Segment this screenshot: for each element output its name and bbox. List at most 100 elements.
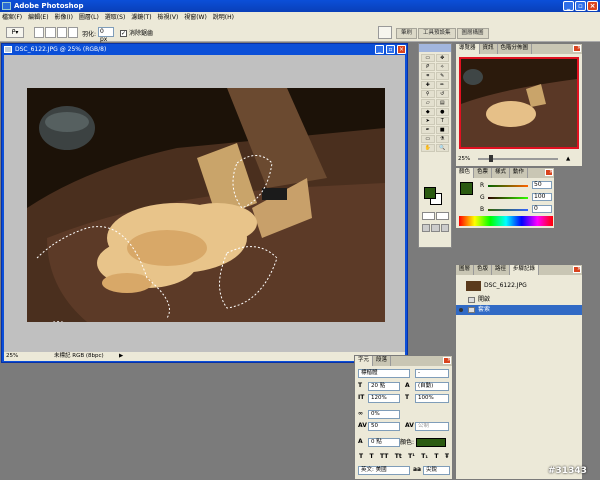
dodge-tool-icon[interactable]: ●: [435, 108, 449, 116]
clone-stamp-icon[interactable]: ⚲: [421, 90, 435, 98]
foreground-color-swatch[interactable]: [424, 187, 436, 199]
screen-mode-2-icon[interactable]: [431, 224, 440, 232]
history-step-lasso[interactable]: 套索: [456, 305, 582, 315]
doc-close-button[interactable]: ×: [397, 45, 406, 54]
file-browser-icon[interactable]: [378, 26, 392, 39]
well-tab-layer-comps[interactable]: 圖層構圖: [456, 28, 489, 39]
tab-histogram[interactable]: 色階分佈圖: [498, 44, 533, 54]
history-brush-icon[interactable]: ↺: [435, 90, 449, 98]
doc-minimize-button[interactable]: _: [375, 45, 384, 54]
healing-brush-icon[interactable]: ✚: [421, 81, 435, 89]
menu-layer[interactable]: 圖層(L): [77, 12, 101, 23]
brush-tool-icon[interactable]: ✏: [435, 81, 449, 89]
faux-bold-icon[interactable]: T: [359, 453, 363, 462]
history-step-open[interactable]: 開啟: [456, 295, 582, 305]
screen-mode-1-icon[interactable]: [422, 224, 431, 232]
tab-info[interactable]: 資訊: [480, 44, 498, 54]
navigator-zoom[interactable]: 25%: [458, 156, 470, 162]
doc-maximize-button[interactable]: ▫: [386, 45, 395, 54]
navigator-close-icon[interactable]: ×: [573, 45, 581, 52]
minimize-button[interactable]: _: [563, 1, 574, 11]
tab-paragraph[interactable]: 段落: [373, 356, 392, 366]
menu-select[interactable]: 選取(S): [103, 12, 128, 23]
history-close-icon[interactable]: ×: [573, 266, 581, 273]
standard-mode-icon[interactable]: [422, 212, 435, 220]
magic-wand-tool-icon[interactable]: ✧: [435, 63, 449, 71]
gradient-tool-icon[interactable]: ▤: [435, 99, 449, 107]
tab-navigator[interactable]: 導覽器: [456, 44, 480, 54]
kerning-select[interactable]: 公制: [415, 422, 449, 431]
character-close-icon[interactable]: ×: [443, 357, 451, 364]
menu-image[interactable]: 影像(I): [52, 12, 74, 23]
tab-paths[interactable]: 路徑: [492, 265, 511, 275]
channel-g-input[interactable]: 100: [532, 193, 552, 201]
canvas-area[interactable]: [4, 55, 405, 352]
color-close-icon[interactable]: ×: [545, 169, 553, 176]
menu-window[interactable]: 視窗(W): [182, 12, 209, 23]
font-family-select[interactable]: 標楷體: [358, 369, 410, 378]
slice-tool-icon[interactable]: ✎: [435, 72, 449, 80]
photo-canvas[interactable]: [27, 88, 385, 322]
channel-r-slider[interactable]: [488, 185, 528, 187]
font-size-input[interactable]: 20 點: [368, 382, 400, 391]
tracking-input[interactable]: 50: [368, 422, 400, 431]
channel-b-input[interactable]: 0: [532, 205, 552, 213]
navigator-thumbnail[interactable]: [459, 57, 579, 149]
shape-tool-icon[interactable]: ■: [435, 126, 449, 134]
antialias-select[interactable]: 尖銳: [423, 466, 450, 475]
lasso-tool-icon[interactable]: ᑭ: [421, 63, 435, 71]
quick-mask-icon[interactable]: [436, 212, 449, 220]
menu-filter[interactable]: 濾鏡(T): [129, 12, 153, 23]
text-color-swatch[interactable]: [416, 438, 446, 447]
marquee-tool-icon[interactable]: ▭: [421, 54, 435, 62]
color-spectrum[interactable]: [459, 216, 553, 226]
pen-tool-icon[interactable]: ✒: [421, 126, 435, 134]
screen-mode-3-icon[interactable]: [440, 224, 449, 232]
tab-styles[interactable]: 樣式: [492, 168, 511, 178]
leading-input[interactable]: (自動): [415, 382, 449, 391]
well-tab-brushes[interactable]: 筆刷: [396, 28, 418, 39]
horizontal-scale-input[interactable]: 100%: [415, 394, 449, 403]
subtract-selection-icon[interactable]: [56, 27, 67, 38]
all-caps-icon[interactable]: TT: [380, 453, 388, 462]
hand-tool-icon[interactable]: ✋: [421, 144, 435, 152]
menu-view[interactable]: 檢視(V): [156, 12, 181, 23]
eyedropper-tool-icon[interactable]: ⚗: [435, 135, 449, 143]
tab-actions[interactable]: 動作: [510, 168, 529, 178]
menu-help[interactable]: 說明(H): [211, 12, 236, 23]
tab-color[interactable]: 顏色: [456, 168, 475, 178]
zoom-level[interactable]: 25%: [6, 352, 18, 361]
maximize-button[interactable]: ▫: [575, 1, 586, 11]
status-arrow-icon[interactable]: ▶: [119, 352, 123, 361]
faux-italic-icon[interactable]: T: [370, 453, 374, 462]
small-caps-icon[interactable]: Tt: [395, 453, 402, 462]
tab-history[interactable]: 步驟記錄: [510, 265, 540, 275]
tsume-input[interactable]: 0%: [368, 410, 400, 419]
vertical-scale-input[interactable]: 120%: [368, 394, 400, 403]
tab-character[interactable]: 字元: [355, 356, 374, 366]
navigator-slider-knob[interactable]: [489, 155, 493, 162]
channel-g-slider[interactable]: [488, 197, 528, 199]
type-tool-icon[interactable]: T: [435, 117, 449, 125]
lasso-tool-preset-icon[interactable]: ᑭ▾: [6, 27, 24, 38]
well-tab-tool-presets[interactable]: 工具預設集: [418, 28, 456, 39]
history-snapshot[interactable]: DSC_6122.JPG: [456, 279, 582, 293]
zoom-tool-icon[interactable]: 🔍: [435, 144, 449, 152]
underline-icon[interactable]: T: [434, 453, 438, 462]
add-selection-icon[interactable]: [45, 27, 56, 38]
move-tool-icon[interactable]: ✥: [435, 54, 449, 62]
crop-tool-icon[interactable]: ⌗: [421, 72, 435, 80]
tab-swatches[interactable]: 色票: [474, 168, 493, 178]
antialias-checkbox[interactable]: ✓ 消除鋸齒: [120, 28, 153, 37]
font-style-select[interactable]: -: [415, 369, 449, 378]
notes-tool-icon[interactable]: ▭: [421, 135, 435, 143]
menu-file[interactable]: 檔案(F): [0, 12, 24, 23]
subscript-icon[interactable]: T₁: [421, 453, 428, 462]
blur-tool-icon[interactable]: ◆: [421, 108, 435, 116]
path-select-icon[interactable]: ➤: [421, 117, 435, 125]
feather-input[interactable]: 0 px: [98, 27, 114, 43]
intersect-selection-icon[interactable]: [67, 27, 78, 38]
new-selection-icon[interactable]: [34, 27, 45, 38]
eraser-tool-icon[interactable]: ▱: [421, 99, 435, 107]
channel-b-slider[interactable]: [488, 209, 528, 211]
